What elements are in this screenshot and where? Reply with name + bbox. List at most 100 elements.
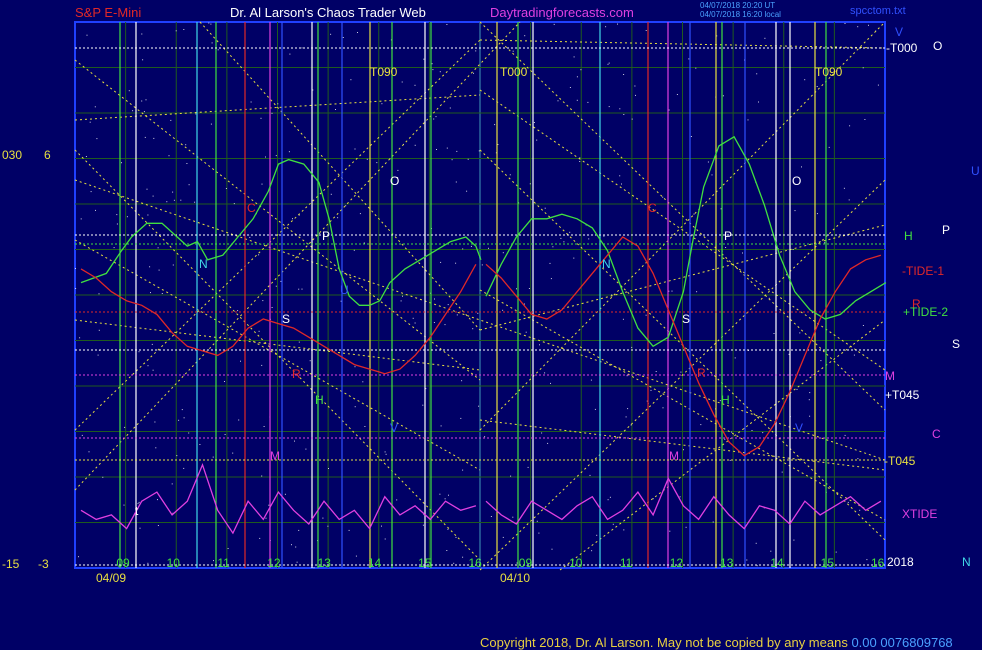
star-dot (544, 372, 546, 374)
star-dot (444, 498, 446, 500)
star-dot (655, 371, 657, 372)
event-marker-label: C (247, 201, 256, 215)
star-dot (422, 404, 424, 406)
star-dot (816, 213, 818, 215)
star-dot (305, 448, 307, 450)
star-dot (502, 252, 504, 254)
event-marker-label: N (602, 257, 611, 271)
x-hour-tick: 16 (468, 556, 482, 570)
copyright-footer: Copyright 2018, Dr. Al Larson. May not b… (480, 635, 953, 650)
star-dot (617, 23, 618, 25)
star-dot (580, 69, 582, 71)
star-dot (237, 310, 239, 312)
star-dot (188, 184, 190, 186)
star-dot (679, 496, 681, 498)
star-dot (544, 207, 546, 209)
series-line-0 (80, 158, 482, 306)
star-dot (327, 525, 329, 527)
x-hour-tick: 12 (267, 556, 281, 570)
event-marker-label: R (292, 367, 301, 381)
star-dot (143, 111, 145, 113)
star-dot (249, 236, 251, 238)
star-dot (225, 188, 227, 189)
star-dot (579, 161, 581, 162)
star-dot (152, 369, 154, 371)
star-dot (751, 430, 753, 431)
labels-layer: 030 6 -15 -3 09 10 11 12 13 14 15 16 09 10 11 12 13 14 15 1… (2, 25, 980, 585)
star-dot (563, 241, 565, 243)
star-dot (669, 530, 671, 532)
data-file-name: spcctom.txt (850, 5, 906, 17)
star-dot (79, 337, 81, 339)
star-dot (455, 181, 457, 183)
star-dot (433, 118, 435, 120)
star-dot (529, 183, 531, 185)
star-dot (440, 425, 442, 427)
star-dot (434, 298, 435, 300)
site-url[interactable]: Daytradingforecasts.com (490, 5, 634, 20)
star-dot (623, 529, 625, 531)
star-dot (481, 264, 483, 266)
star-dot (862, 325, 864, 326)
star-dot (147, 214, 149, 216)
star-dot (792, 249, 794, 250)
star-dot (261, 183, 263, 185)
x-hour-tick: 16 (871, 556, 885, 570)
star-dot (645, 30, 647, 31)
star-dot (758, 101, 759, 103)
star-dot (271, 112, 273, 114)
star-dot (573, 257, 575, 259)
right-label: -T000 (886, 41, 918, 55)
star-dot (605, 26, 607, 28)
star-dot (401, 81, 403, 83)
star-dot (588, 238, 590, 240)
x-hour-tick: 13 (318, 556, 332, 570)
star-dot (662, 407, 664, 409)
star-dot (688, 58, 690, 60)
star-dot (113, 247, 115, 249)
star-dot (764, 37, 766, 39)
star-dot (210, 23, 212, 25)
star-dot (528, 288, 530, 289)
star-dot (80, 218, 82, 220)
star-dot (397, 169, 399, 171)
star-dot (322, 517, 324, 519)
star-dot (569, 87, 571, 88)
star-dot (635, 94, 636, 96)
star-dot (742, 252, 743, 254)
star-dot (589, 474, 591, 476)
star-dot (631, 346, 633, 348)
star-dot (762, 432, 764, 434)
star-dot (449, 107, 451, 109)
star-dot (557, 100, 559, 102)
star-dot (330, 33, 332, 35)
star-dot (259, 537, 261, 539)
star-dot (731, 431, 733, 433)
star-dot (98, 329, 100, 331)
star-dot (700, 424, 702, 426)
star-dot (396, 499, 398, 501)
star-dot (342, 37, 344, 38)
star-dot (139, 527, 141, 529)
star-dot (484, 436, 486, 438)
star-dot (227, 548, 229, 549)
star-dot (621, 183, 622, 185)
event-marker-label: P (724, 229, 732, 243)
star-dot (625, 416, 627, 418)
star-dot (141, 33, 143, 35)
star-dot (224, 381, 225, 382)
star-dot (354, 148, 356, 150)
star-dot (263, 426, 265, 427)
right-label: +TIDE-2 (903, 305, 948, 319)
star-dot (685, 526, 687, 528)
star-dot (141, 100, 143, 102)
right-label: C (932, 427, 941, 441)
star-dot (261, 364, 263, 366)
star-dot (144, 136, 146, 138)
star-dot (181, 409, 183, 411)
star-dot (516, 562, 518, 564)
star-dot (470, 245, 472, 247)
star-dot (381, 525, 382, 527)
star-dot (422, 524, 424, 526)
star-dot (849, 125, 851, 127)
